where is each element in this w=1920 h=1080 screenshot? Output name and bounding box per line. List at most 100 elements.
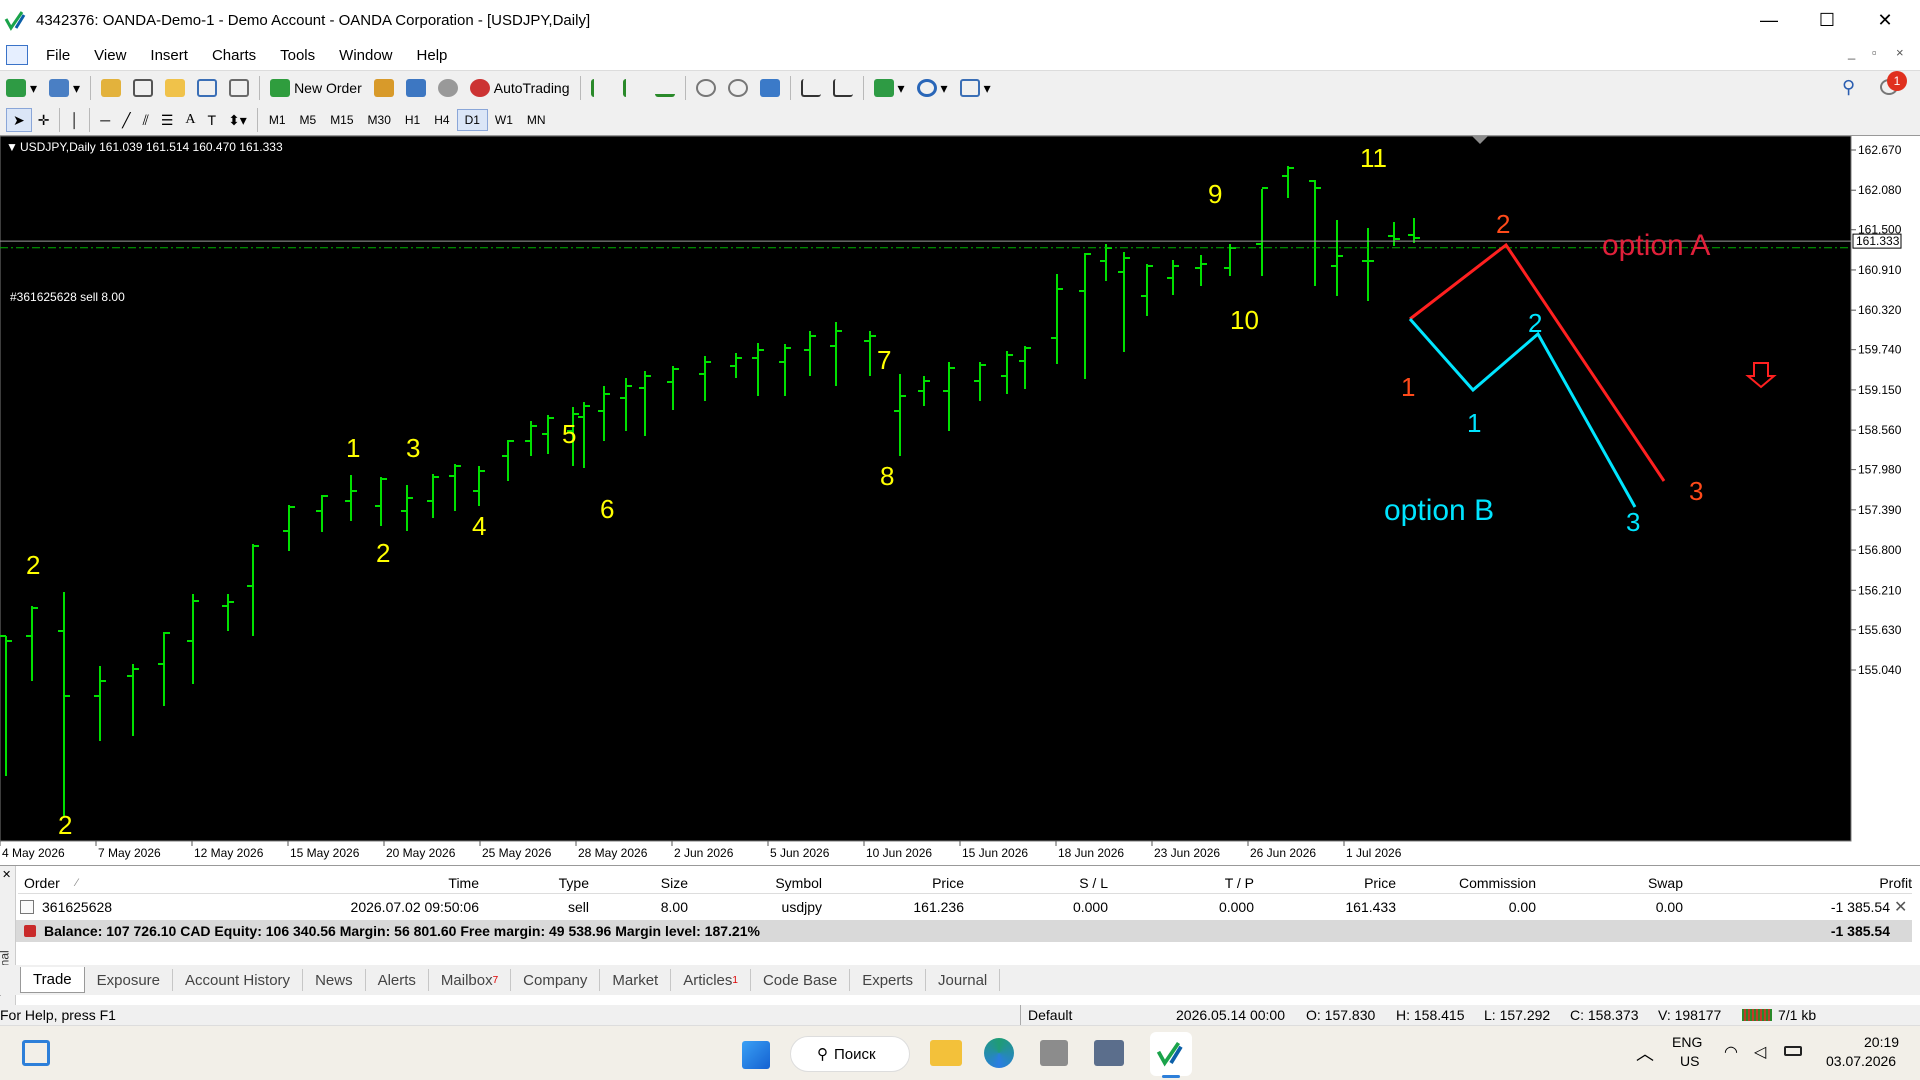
tab-mailbox[interactable]: Mailbox 7 xyxy=(429,969,512,991)
market-button[interactable] xyxy=(432,75,464,101)
tab-alerts[interactable]: Alerts xyxy=(366,969,429,991)
autotrading-button[interactable]: AutoTrading xyxy=(464,75,576,101)
chevron-up-icon[interactable]: ︿ xyxy=(1636,1040,1654,1066)
col-tp[interactable]: T / P xyxy=(1114,872,1254,894)
menu-charts[interactable]: Charts xyxy=(200,47,268,64)
navigator-button[interactable] xyxy=(159,75,191,101)
channel-button[interactable]: ⫽ xyxy=(137,107,155,133)
periods-button[interactable]: ▾ xyxy=(911,75,954,101)
timeframe-mn[interactable]: MN xyxy=(520,109,553,131)
child-restore-button[interactable]: ▫ xyxy=(1872,45,1877,60)
chart-window[interactable]: 162.670 162.080 161.500 160.910 160.320 159.7… xyxy=(0,135,1920,866)
cursor-button[interactable]: ➤ xyxy=(6,108,32,132)
order-sl[interactable]: 0.000 xyxy=(968,896,1108,918)
tester-button[interactable] xyxy=(223,75,255,101)
new-chart-button[interactable]: ▾ xyxy=(0,75,43,101)
tab-code-base[interactable]: Code Base xyxy=(751,969,851,991)
zoom-out-button[interactable] xyxy=(722,75,754,101)
terminal-close-icon[interactable]: ✕ xyxy=(2,868,11,881)
col-time[interactable]: Time xyxy=(204,872,479,894)
edge-icon[interactable] xyxy=(984,1038,1014,1068)
col-swap[interactable]: Swap xyxy=(1538,872,1683,894)
col-profit[interactable]: Profit xyxy=(1688,872,1912,894)
arrows-button[interactable]: ⬍▾ xyxy=(222,107,253,133)
wifi-icon[interactable]: ◠ xyxy=(1724,1042,1738,1062)
app-menu-icon[interactable] xyxy=(6,45,28,65)
col-sl[interactable]: S / L xyxy=(968,872,1108,894)
price-chart[interactable]: 162.670162.080161.500160.910160.320159.7… xyxy=(0,136,1920,866)
minimize-button[interactable]: — xyxy=(1740,0,1798,40)
templates-button[interactable]: ▾ xyxy=(954,75,997,101)
menu-help[interactable]: Help xyxy=(405,47,460,64)
maximize-button[interactable]: ☐ xyxy=(1798,0,1856,40)
text-button[interactable]: A xyxy=(179,107,201,133)
table-row[interactable]: 361625628 2026.07.02 09:50:06 sell 8.00 … xyxy=(18,896,1912,918)
timeframe-w1[interactable]: W1 xyxy=(488,109,520,131)
taskbar-region[interactable]: US xyxy=(1680,1053,1699,1069)
timeframe-m1[interactable]: M1 xyxy=(262,109,293,131)
col-symbol[interactable]: Symbol xyxy=(694,872,822,894)
timeframe-h4[interactable]: H4 xyxy=(427,109,456,131)
text-label-button[interactable]: T xyxy=(202,107,223,133)
timeframe-d1[interactable]: D1 xyxy=(456,109,488,131)
crosshair-button[interactable]: ✛ xyxy=(32,107,56,133)
taskbar-lang[interactable]: ENG xyxy=(1672,1034,1702,1050)
autoscroll-button[interactable] xyxy=(795,75,827,101)
tab-market[interactable]: Market xyxy=(600,969,672,991)
tab-trade[interactable]: Trade xyxy=(20,967,85,993)
chart-shift-button[interactable] xyxy=(827,75,859,101)
menu-file[interactable]: File xyxy=(34,47,82,64)
order-tp[interactable]: 0.000 xyxy=(1114,896,1254,918)
tab-journal[interactable]: Journal xyxy=(926,969,1001,991)
battery-icon[interactable] xyxy=(1784,1046,1802,1056)
profiles-button[interactable]: ▾ xyxy=(43,75,86,101)
menu-window[interactable]: Window xyxy=(327,47,404,64)
menu-tools[interactable]: Tools xyxy=(268,47,327,64)
timeframe-m15[interactable]: M15 xyxy=(323,109,360,131)
metaeditor-button[interactable] xyxy=(368,75,400,101)
col-price[interactable]: Price xyxy=(828,872,964,894)
tab-company[interactable]: Company xyxy=(511,969,601,991)
terminal-button[interactable] xyxy=(191,75,223,101)
taskbar-search[interactable]: ⚲ Поиск xyxy=(790,1036,910,1072)
child-minimize-button[interactable]: _ xyxy=(1848,45,1855,60)
file-explorer-icon[interactable] xyxy=(930,1040,962,1066)
child-close-button[interactable]: × xyxy=(1896,45,1904,60)
menu-view[interactable]: View xyxy=(82,47,138,64)
data-window-button[interactable] xyxy=(127,75,159,101)
col-commission[interactable]: Commission xyxy=(1400,872,1536,894)
horizontal-line-button[interactable]: ─ xyxy=(94,107,116,133)
tile-windows-button[interactable] xyxy=(754,75,786,101)
col-type[interactable]: Type xyxy=(478,872,589,894)
close-order-icon[interactable]: ✕ xyxy=(1894,896,1907,918)
taskbar-time[interactable]: 20:19 xyxy=(1864,1034,1899,1050)
market-watch-button[interactable] xyxy=(95,75,127,101)
tab-news[interactable]: News xyxy=(303,969,366,991)
col-size[interactable]: Size xyxy=(598,872,688,894)
candlestick-button[interactable] xyxy=(617,75,649,101)
line-chart-button[interactable] xyxy=(649,75,681,101)
tab-account-history[interactable]: Account History xyxy=(173,969,304,991)
search-icon[interactable]: ⚲ xyxy=(1842,77,1855,98)
timeframe-m30[interactable]: M30 xyxy=(361,109,398,131)
taskbar-date[interactable]: 03.07.2026 xyxy=(1826,1053,1896,1069)
indicators-button[interactable]: ▾ xyxy=(868,75,911,101)
col-current-price[interactable]: Price xyxy=(1258,872,1396,894)
tab-articles[interactable]: Articles 1 xyxy=(671,969,751,991)
app-icon[interactable] xyxy=(1040,1040,1068,1066)
task-view-icon[interactable] xyxy=(22,1040,50,1066)
connection-icon[interactable] xyxy=(1742,1009,1772,1021)
trendline-button[interactable]: ╱ xyxy=(116,107,136,133)
bar-chart-button[interactable] xyxy=(585,75,617,101)
zoom-in-button[interactable] xyxy=(690,75,722,101)
tab-exposure[interactable]: Exposure xyxy=(85,969,174,991)
tab-experts[interactable]: Experts xyxy=(850,969,927,991)
remote-desktop-icon[interactable] xyxy=(1094,1040,1124,1066)
timeframe-m5[interactable]: M5 xyxy=(293,109,324,131)
col-order[interactable]: Order xyxy=(24,872,60,894)
fibonacci-button[interactable]: ☰ xyxy=(155,107,180,133)
timeframe-h1[interactable]: H1 xyxy=(398,109,427,131)
vertical-line-button[interactable]: │ xyxy=(64,107,85,133)
start-icon[interactable] xyxy=(742,1041,770,1069)
new-order-button[interactable]: New Order xyxy=(264,75,368,101)
